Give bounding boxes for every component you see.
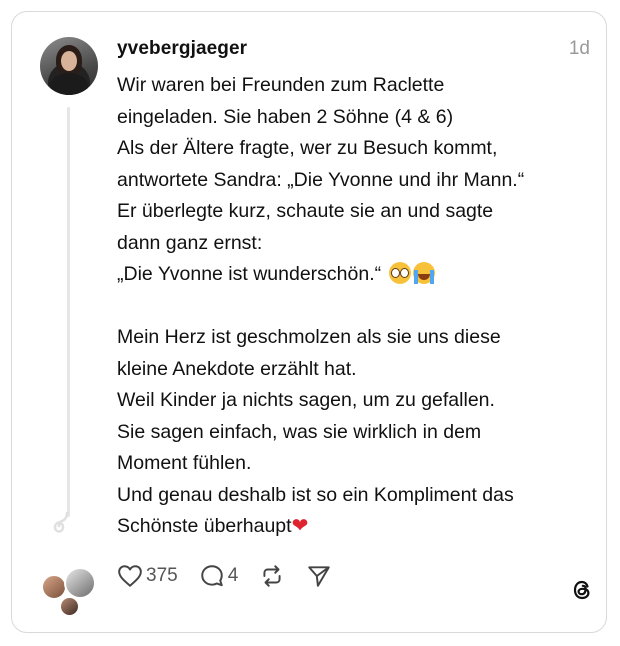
post-timestamp: 1d — [568, 38, 590, 59]
author-username[interactable]: yvebergjaeger — [117, 38, 247, 60]
heart-icon — [118, 565, 142, 587]
reply-avatar — [59, 596, 80, 617]
thread-end-loop — [53, 512, 69, 533]
author-avatar[interactable] — [40, 37, 98, 95]
thread-line — [67, 107, 70, 517]
reply-count: 4 — [227, 565, 239, 586]
share-button[interactable] — [306, 563, 332, 589]
reply-button[interactable]: 4 — [199, 563, 239, 589]
pleading-face-emoji — [388, 262, 411, 284]
repost-button[interactable] — [259, 563, 285, 589]
loudly-crying-face-emoji — [412, 262, 435, 284]
reply-avatar — [64, 567, 96, 599]
like-count: 375 — [146, 565, 178, 586]
reply-avatar — [41, 574, 67, 600]
comment-icon — [200, 565, 223, 587]
post-body: Wir waren bei Freunden zum Raclette eing… — [117, 74, 525, 537]
share-icon — [308, 566, 331, 587]
like-button[interactable]: 375 — [117, 564, 178, 588]
red-heart-emoji: ❤ — [291, 515, 309, 537]
threads-logo-icon[interactable] — [570, 578, 594, 602]
repost-icon — [263, 565, 281, 587]
post-actions: 375 4 — [117, 561, 353, 591]
reply-avatars[interactable] — [41, 567, 99, 617]
